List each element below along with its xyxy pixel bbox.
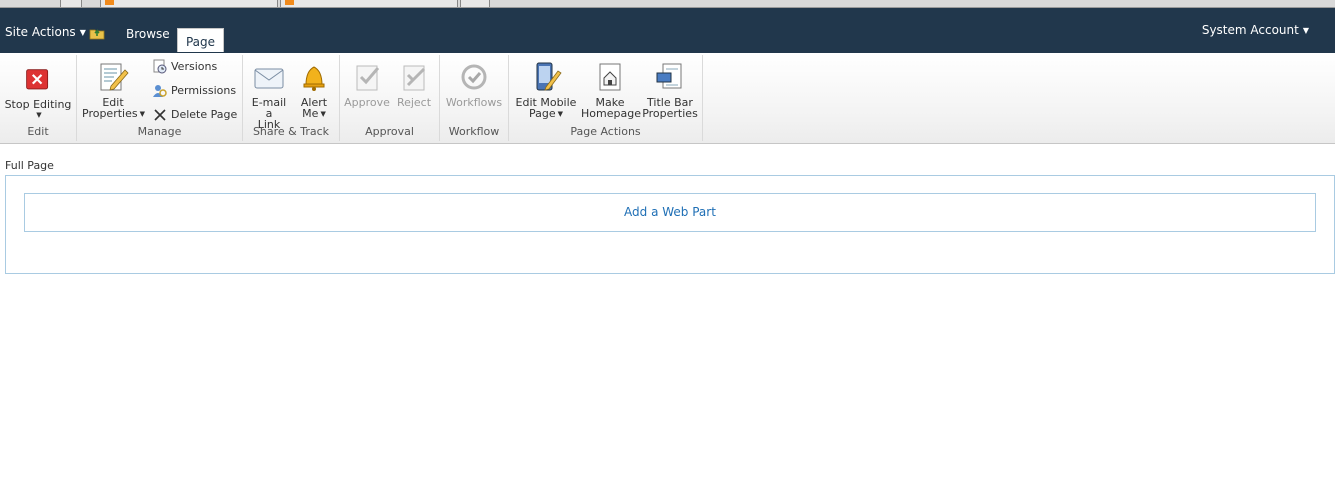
navigate-up-icon[interactable] [89, 26, 106, 40]
workflows-icon [461, 64, 487, 90]
group-label-workflow: Workflow [448, 125, 500, 138]
user-menu[interactable]: System Account ▼ [1202, 23, 1309, 37]
ribbon-group-edit: Stop Editing ▼ Edit [0, 55, 77, 141]
approve-check-icon [356, 65, 380, 91]
tab-browse[interactable]: Browse [116, 23, 180, 46]
permissions-button[interactable]: Permissions [152, 82, 236, 100]
bell-icon [303, 66, 325, 91]
web-part-zone-title: Full Page [5, 159, 54, 172]
title-bar-properties-button[interactable]: Title Bar Properties [642, 57, 698, 119]
reject-label: Reject [396, 96, 432, 109]
versions-label: Versions [171, 60, 218, 73]
edit-properties-label-2: Properties [82, 107, 138, 120]
permissions-icon [153, 85, 167, 97]
group-label-page-actions: Page Actions [570, 125, 641, 138]
email-link-label-1: E-mail a [251, 96, 287, 120]
workflows-label: Workflows [445, 96, 503, 109]
browser-tab-strip [0, 0, 1335, 8]
versions-icon [153, 59, 167, 74]
site-actions-menu[interactable]: Site Actions ▼ [5, 25, 86, 39]
envelope-icon [254, 68, 284, 89]
title-bar-properties-icon [656, 63, 682, 89]
permissions-label: Permissions [171, 84, 237, 97]
email-link-button[interactable]: E-mail a Link [247, 57, 291, 130]
chevron-down-icon: ▼ [36, 111, 42, 119]
alert-me-button[interactable]: Alert Me ▼ [295, 57, 333, 120]
alert-me-label-2: Me [302, 107, 319, 120]
homepage-icon [599, 63, 621, 91]
versions-button[interactable]: Versions [152, 58, 217, 76]
group-label-edit: Edit [27, 125, 49, 138]
ribbon: Stop Editing ▼ Edit Edit Properties ▼ Ver… [0, 53, 1335, 144]
page-favicon-icon [285, 0, 294, 5]
chevron-down-icon: ▼ [557, 110, 564, 118]
edit-mobile-page-label-2: Page [528, 107, 556, 120]
site-actions-label: Site Actions [5, 25, 76, 39]
reject-icon [403, 65, 426, 91]
delete-page-button[interactable]: Delete Page [152, 106, 237, 124]
mobile-edit-icon [536, 62, 562, 91]
workflows-button[interactable]: Workflows [444, 57, 504, 108]
top-bar: Site Actions ▼ Browse Page System Account… [0, 8, 1335, 53]
chevron-down-icon: ▼ [1302, 26, 1309, 35]
ribbon-group-manage: Edit Properties ▼ Versions Permissions De… [77, 55, 243, 141]
add-web-part-button[interactable]: Add a Web Part [24, 193, 1316, 232]
page-favicon-icon [105, 0, 114, 5]
stop-editing-icon [26, 69, 49, 90]
ribbon-group-page-actions: Edit Mobile Page ▼ Make Homepage Title Ba… [509, 55, 703, 141]
tab-page[interactable]: Page [177, 28, 224, 52]
ribbon-group-approval: Approve Reject Approval [340, 55, 440, 141]
edit-mobile-page-button[interactable]: Edit Mobile Page ▼ [513, 57, 579, 120]
stop-editing-label: Stop Editing [4, 98, 72, 111]
delete-x-icon [154, 109, 166, 121]
chevron-down-icon: ▼ [320, 110, 326, 118]
title-bar-properties-label-2: Properties [642, 107, 698, 120]
browser-tab[interactable] [100, 0, 278, 7]
web-part-zone: Add a Web Part [5, 175, 1335, 274]
edit-properties-button[interactable]: Edit Properties ▼ [82, 57, 145, 120]
group-label-approval: Approval [365, 125, 414, 138]
make-homepage-label-2: Homepage [581, 107, 641, 120]
browser-tab[interactable] [60, 0, 82, 7]
ribbon-group-share-track: E-mail a Link Alert Me ▼ Share & Track [243, 55, 340, 141]
reject-button[interactable]: Reject [394, 57, 434, 108]
chevron-down-icon: ▼ [79, 28, 86, 37]
ribbon-group-workflow: Workflows Workflow [440, 55, 509, 141]
approve-button[interactable]: Approve [344, 57, 390, 108]
browser-tab[interactable] [460, 0, 490, 7]
make-homepage-button[interactable]: Make Homepage [581, 57, 641, 120]
group-label-manage: Manage [137, 125, 182, 138]
stop-editing-button[interactable]: Stop Editing ▼ [4, 57, 72, 121]
user-name: System Account [1201, 23, 1299, 37]
approve-label: Approve [344, 96, 390, 109]
group-label-share-track: Share & Track [252, 125, 330, 138]
chevron-down-icon: ▼ [139, 110, 145, 118]
delete-page-label: Delete Page [171, 108, 238, 121]
edit-properties-icon [100, 63, 129, 91]
browser-tab[interactable] [280, 0, 458, 7]
